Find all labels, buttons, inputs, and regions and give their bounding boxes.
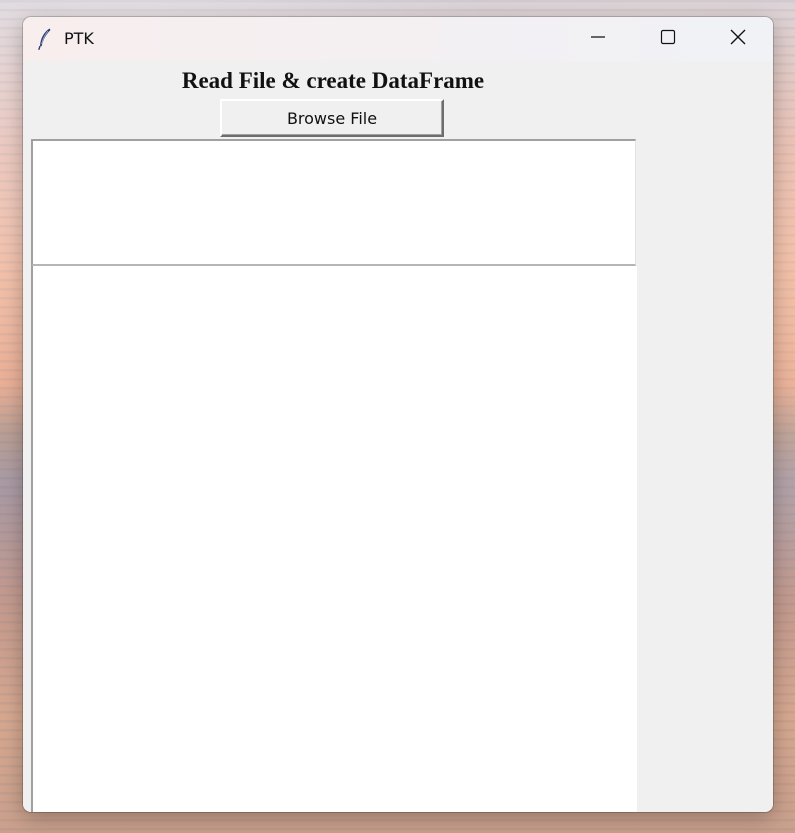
- close-icon: [729, 28, 747, 50]
- window-title: PTK: [64, 29, 94, 48]
- bottom-text-area[interactable]: [31, 266, 637, 812]
- minimize-button[interactable]: [563, 17, 633, 61]
- minimize-icon: [590, 29, 606, 49]
- top-text-area[interactable]: [31, 139, 636, 266]
- close-button[interactable]: [703, 17, 773, 61]
- maximize-button[interactable]: [633, 17, 703, 61]
- title-bar[interactable]: PTK: [23, 17, 773, 61]
- app-window: PTK Read File & create DataFrame Browse …: [23, 17, 773, 812]
- window-content: Read File & create DataFrame Browse File: [23, 61, 773, 812]
- browse-file-button[interactable]: Browse File: [220, 99, 444, 137]
- maximize-icon: [660, 29, 676, 49]
- feather-icon: [37, 27, 53, 51]
- page-title: Read File & create DataFrame: [181, 68, 485, 93]
